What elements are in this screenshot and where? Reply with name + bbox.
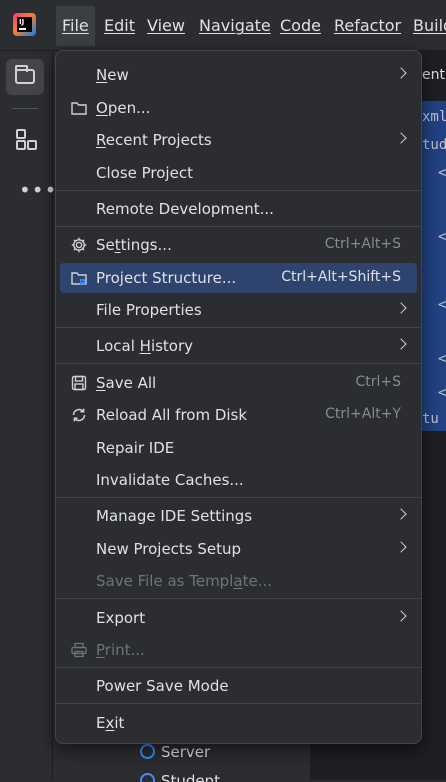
menu-item-open[interactable]: Open... [60, 93, 417, 123]
code-line: tud [422, 137, 446, 153]
menu-item-exit[interactable]: Exit [60, 708, 417, 738]
submenu-arrow-icon [395, 302, 407, 314]
menu-item-save-file-as-template: Save File as Template... [96, 572, 272, 590]
code-line: < [438, 297, 446, 313]
submenu-arrow-icon [395, 610, 407, 622]
code-line: xml [422, 109, 446, 125]
menu-item-local-history[interactable]: Local History [60, 331, 417, 361]
tree-item-student[interactable]: Student [140, 772, 220, 782]
menu-item-new-projects-setup[interactable]: New Projects Setup [60, 534, 417, 564]
submenu-arrow-icon [395, 67, 407, 79]
menu-separator [56, 327, 421, 328]
main-menubar: IJ File Edit View Navigate Code Refactor… [0, 0, 446, 51]
class-icon [140, 744, 155, 759]
menu-item-project-structure[interactable]: Project Structure... Ctrl+Alt+Shift+S [60, 263, 417, 293]
menu-separator [56, 598, 421, 599]
shortcut-text: Ctrl+Alt+Shift+S [281, 269, 401, 285]
menu-item-recent-projects[interactable]: Recent Projects [60, 125, 417, 155]
code-line: tu [422, 411, 439, 427]
menu-separator [56, 703, 421, 704]
menu-item-settings[interactable]: Settings... Ctrl+Alt+S [60, 230, 417, 260]
more-icon: ••• [19, 178, 58, 202]
folder-icon [70, 99, 88, 117]
menu-edit[interactable]: Edit [104, 16, 135, 36]
menu-separator [56, 190, 421, 191]
code-line: < [438, 165, 446, 181]
project-tool-button[interactable] [6, 59, 44, 95]
shortcut-text: Ctrl+Alt+S [324, 236, 401, 252]
reload-icon [70, 406, 88, 424]
menu-separator [56, 497, 421, 498]
gear-icon [70, 236, 88, 254]
submenu-arrow-icon [395, 132, 407, 144]
menu-item-manage-ide-settings[interactable]: Manage IDE Settings [60, 501, 417, 531]
menu-item-remote-development[interactable]: Remote Development... [60, 194, 417, 224]
menu-refactor[interactable]: Refactor [334, 16, 401, 36]
save-icon [70, 374, 88, 392]
menu-file[interactable]: File [56, 6, 95, 46]
menu-separator [56, 363, 421, 364]
shortcut-text: Ctrl+Alt+Y [325, 406, 401, 422]
menu-item-file-properties[interactable]: File Properties [60, 295, 417, 325]
menu-item-invalidate-caches[interactable]: Invalidate Caches... [60, 465, 417, 495]
submenu-arrow-icon [395, 508, 407, 520]
submenu-arrow-icon [395, 338, 407, 350]
menu-item-save-all[interactable]: Save All Ctrl+S [60, 368, 417, 398]
intellij-logo-icon[interactable]: IJ [13, 13, 36, 36]
menu-build[interactable]: Build [413, 16, 446, 36]
menu-item-power-save-mode[interactable]: Power Save Mode [60, 671, 417, 701]
menu-item-new[interactable]: New [60, 60, 417, 90]
structure-icon [16, 129, 37, 150]
submenu-arrow-icon [395, 541, 407, 553]
file-menu-dropdown: New Open... Recent Projects Close Projec… [55, 50, 422, 744]
shortcut-text: Ctrl+S [355, 374, 401, 390]
menu-separator [56, 667, 421, 668]
menu-item-reload-all-from-disk[interactable]: Reload All from Disk Ctrl+Alt+Y [60, 400, 417, 430]
menu-item-close-project[interactable]: Close Project [60, 158, 417, 188]
code-line: < [438, 351, 446, 367]
menu-item-print: Print... [60, 635, 417, 665]
menu-navigate[interactable]: Navigate [199, 16, 271, 36]
menu-code[interactable]: Code [280, 16, 321, 36]
menu-item-export[interactable]: Export [60, 603, 417, 633]
strip-divider [12, 108, 38, 109]
tree-item-server[interactable]: Server [140, 743, 210, 763]
menu-item-repair-ide[interactable]: Repair IDE [60, 433, 417, 463]
printer-icon [70, 641, 88, 659]
folder-icon [15, 65, 35, 84]
project-structure-icon [70, 269, 88, 287]
menu-separator [56, 226, 421, 227]
structure-tool-button[interactable] [6, 121, 44, 157]
code-line: < [438, 385, 446, 401]
tool-window-strip: ••• [0, 51, 56, 780]
more-tool-windows-button[interactable]: ••• [6, 173, 56, 209]
class-icon [140, 773, 155, 782]
menu-view[interactable]: View [147, 16, 185, 36]
code-line: < [438, 229, 446, 245]
